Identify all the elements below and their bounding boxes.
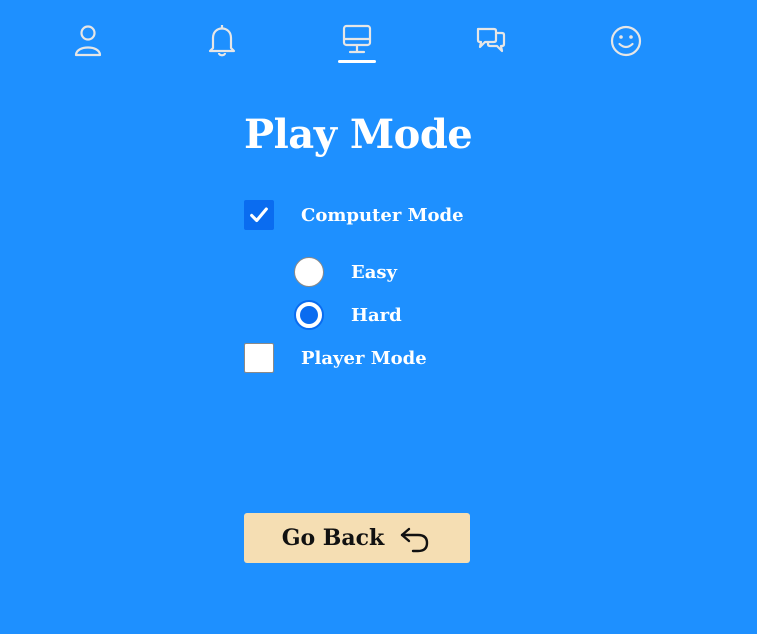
computer-mode-label: Computer Mode <box>301 204 464 226</box>
smiley-icon <box>610 25 642 57</box>
computer-mode-checkbox[interactable] <box>244 200 274 230</box>
radio-selected-dot <box>300 306 318 324</box>
checkmark-icon <box>250 207 268 223</box>
chat-icon <box>476 27 506 53</box>
nav-item-messages[interactable] <box>469 22 513 70</box>
nav-item-emoji[interactable] <box>604 22 648 70</box>
player-mode-label: Player Mode <box>301 347 427 369</box>
go-back-button[interactable]: Go Back <box>244 513 470 563</box>
hard-label: Hard <box>351 304 402 326</box>
difficulty-option-easy[interactable]: Easy <box>294 257 397 287</box>
bell-icon <box>208 25 236 57</box>
difficulty-option-hard[interactable]: Hard <box>294 300 402 330</box>
computer-mode-option[interactable]: Computer Mode <box>244 200 464 230</box>
nav-item-notifications[interactable] <box>200 22 244 70</box>
player-mode-checkbox[interactable] <box>244 343 274 373</box>
go-back-label: Go Back <box>281 525 385 551</box>
easy-label: Easy <box>351 261 397 283</box>
undo-arrow-icon <box>401 527 429 553</box>
easy-radio[interactable] <box>294 257 324 287</box>
page-title: Play Mode <box>244 111 473 158</box>
top-nav <box>0 0 757 80</box>
hard-radio[interactable] <box>294 300 324 330</box>
nav-item-play-mode[interactable] <box>335 22 379 70</box>
monitor-icon <box>342 24 372 54</box>
player-mode-option[interactable]: Player Mode <box>244 343 427 373</box>
nav-item-profile[interactable] <box>66 22 110 70</box>
user-icon <box>74 25 102 57</box>
active-tab-indicator <box>338 60 376 63</box>
